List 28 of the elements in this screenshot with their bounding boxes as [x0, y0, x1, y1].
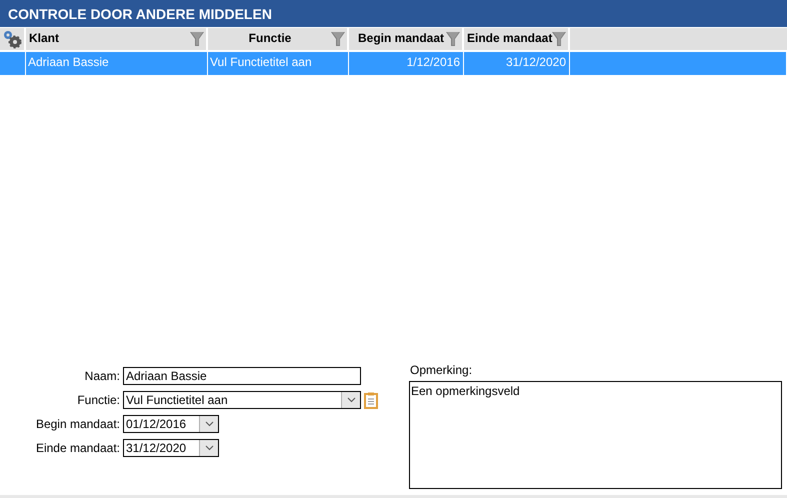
text-field[interactable]: Adriaan Bassie: [123, 367, 361, 385]
column-header[interactable]: Functie: [208, 28, 349, 50]
date-field[interactable]: 01/12/2016: [123, 415, 219, 433]
caret-icon[interactable]: [346, 397, 356, 403]
filter-icon[interactable]: [552, 31, 566, 47]
filter-icon[interactable]: [446, 31, 460, 47]
table-cell: Adriaan Bassie: [26, 52, 208, 75]
column-header[interactable]: Einde mandaat: [464, 28, 570, 50]
window-title: CONTROLE DOOR ANDERE MIDDELEN: [7, 5, 272, 22]
field-label: Functie:: [76, 393, 121, 407]
field-label: Naam:: [84, 369, 121, 383]
table-cell: Vul Functietitel aan: [208, 52, 349, 75]
filter-icon[interactable]: [331, 31, 345, 47]
field-label: Opmerking:: [409, 362, 474, 379]
remark-field[interactable]: Een opmerkingsveld: [409, 381, 782, 489]
field-label: Begin mandaat:: [34, 417, 121, 431]
table-cell: 1/12/2016: [349, 52, 464, 75]
caret-icon[interactable]: [204, 421, 214, 427]
field-label: Einde mandaat:: [34, 441, 121, 455]
filter-icon[interactable]: [190, 31, 204, 47]
caret-icon[interactable]: [204, 445, 214, 451]
column-header[interactable]: Klant: [26, 28, 208, 50]
date-field[interactable]: 31/12/2020: [123, 439, 219, 457]
clipboard-icon[interactable]: [364, 392, 378, 408]
dropdown-field[interactable]: Vul Functietitel aan: [123, 391, 361, 409]
column-header[interactable]: Begin mandaat: [349, 28, 464, 50]
settings-icon[interactable]: [2, 29, 22, 49]
table-cell: 31/12/2020: [464, 52, 570, 75]
